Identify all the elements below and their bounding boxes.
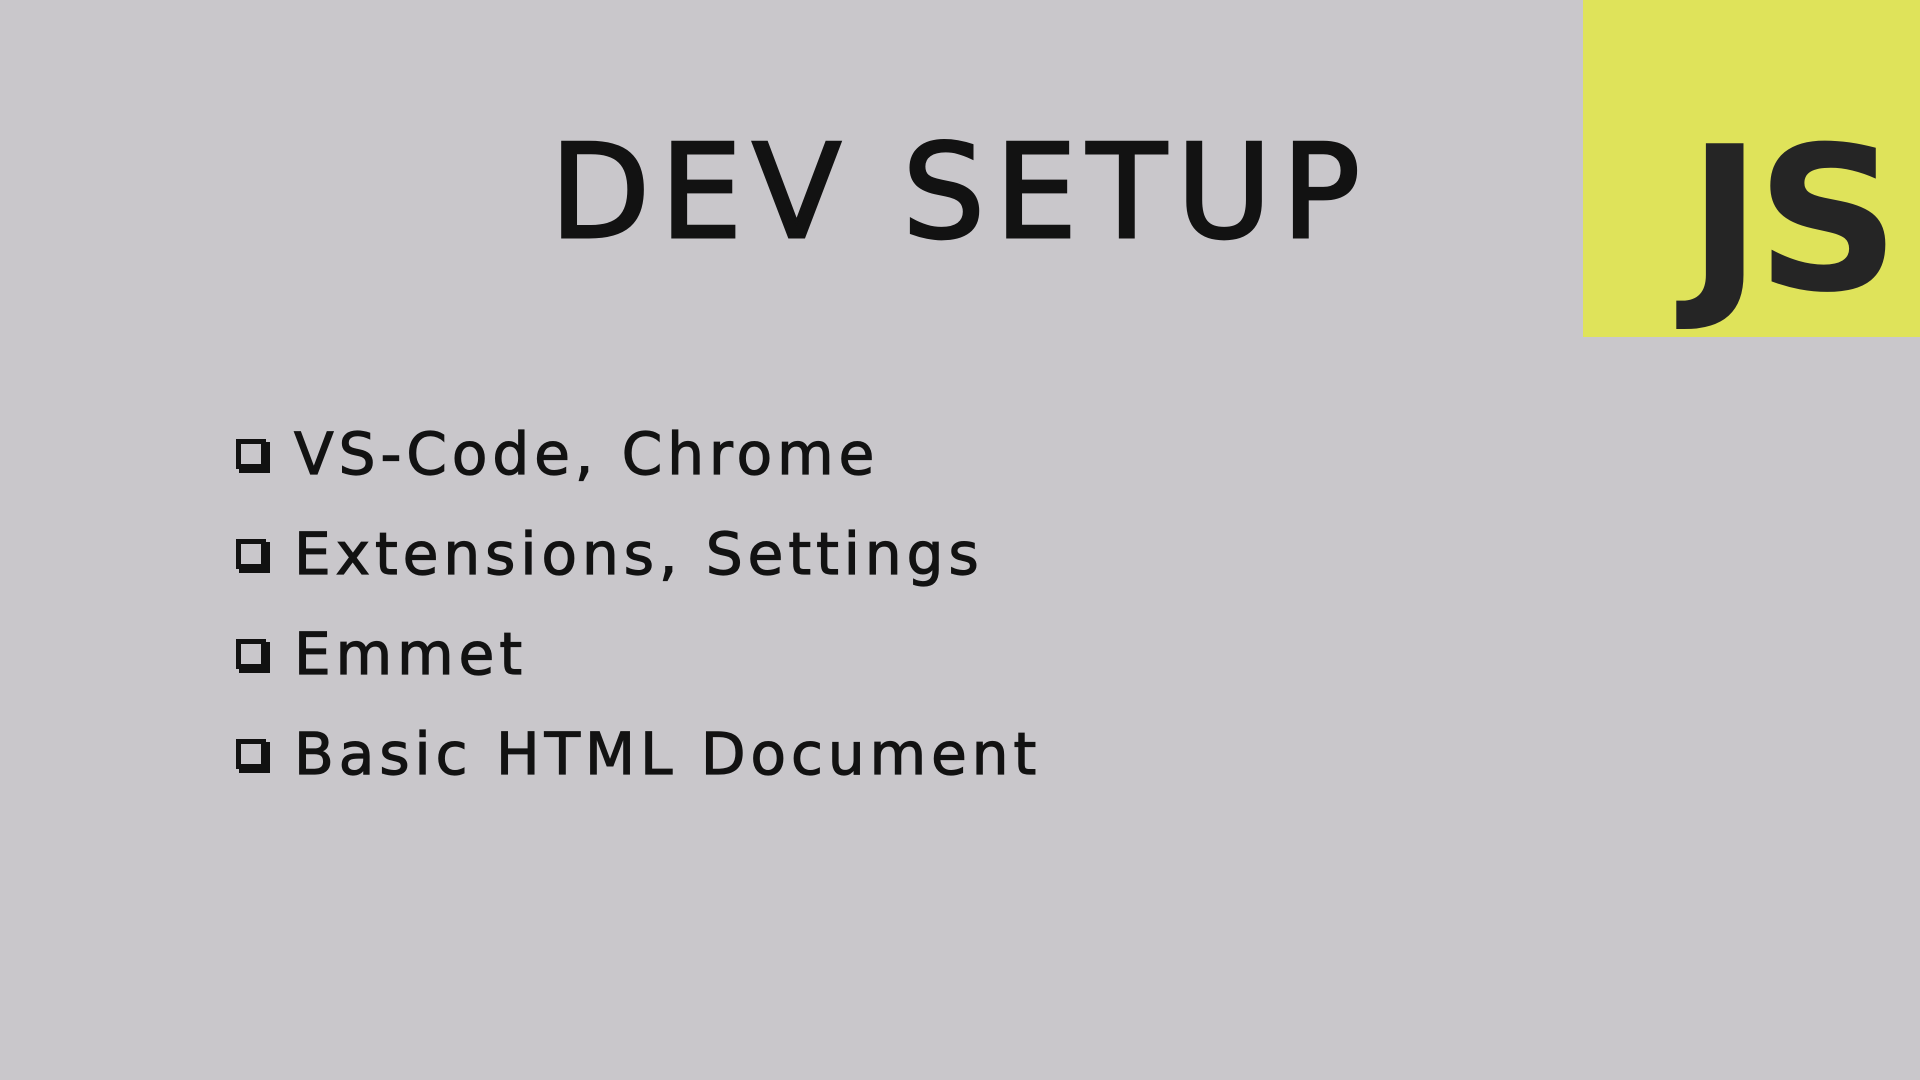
- checklist-item-label: VS-Code, Chrome: [293, 419, 880, 488]
- checklist-item: Basic HTML Document: [236, 704, 1041, 804]
- js-logo: JS: [1583, 0, 1920, 337]
- js-logo-text: JS: [1687, 104, 1900, 337]
- checkbox-icon: [236, 639, 270, 673]
- checklist-item-label: Emmet: [293, 619, 528, 688]
- checkbox-icon: [236, 539, 270, 573]
- checklist-item: Extensions, Settings: [236, 504, 1041, 604]
- checklist-item-label: Basic HTML Document: [293, 719, 1042, 788]
- checklist-item-label: Extensions, Settings: [293, 519, 984, 588]
- slide: DEV SETUP JS VS-Code, Chrome Extensions,…: [0, 0, 1920, 1080]
- checkbox-icon: [236, 439, 270, 473]
- checklist-item: VS-Code, Chrome: [236, 404, 1041, 504]
- checklist: VS-Code, Chrome Extensions, Settings Emm…: [236, 404, 1041, 804]
- checkbox-icon: [236, 739, 270, 773]
- checklist-item: Emmet: [236, 604, 1041, 704]
